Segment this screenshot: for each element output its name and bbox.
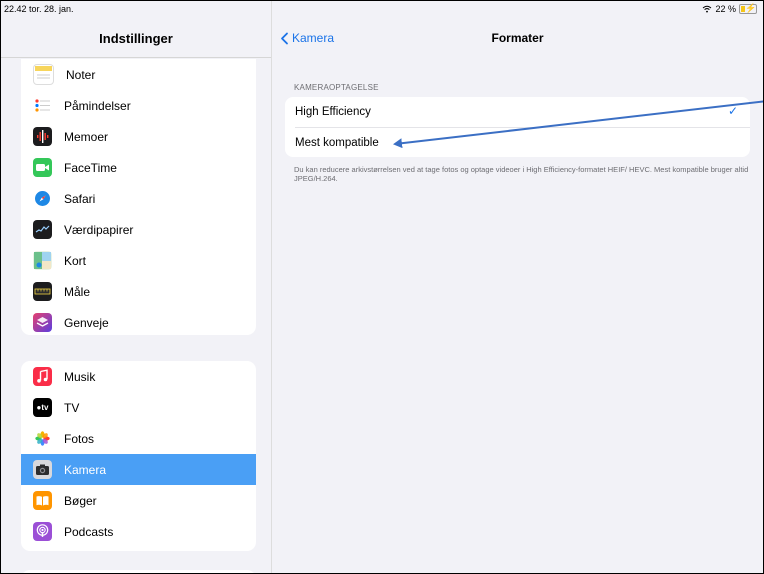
- sidebar-item-label: Værdipapirer: [64, 222, 134, 237]
- sidebar-item-label: Musik: [64, 369, 96, 384]
- back-button[interactable]: Kamera: [280, 31, 334, 45]
- format-options-list: High Efficiency ✓ Mest kompatible: [285, 97, 750, 157]
- battery-icon: ⚡: [739, 3, 757, 14]
- wifi-icon: [703, 5, 712, 13]
- sidebar-item-label: Måle: [64, 284, 91, 299]
- option-most-compatible[interactable]: Mest kompatible: [295, 127, 750, 157]
- status-right: 22 % ⚡: [702, 3, 757, 14]
- status-bar: 22.42 tor. 28. jan. 22 % ⚡: [1, 1, 763, 18]
- sidebar-item-label: Memoer: [64, 129, 109, 144]
- sidebar-group-partial: [21, 570, 256, 573]
- section-footer-text: Du kan reducere arkivstørrelsen ved at t…: [294, 165, 749, 183]
- sidebar-item-memoer[interactable]: Memoer: [21, 121, 256, 152]
- divider: [1, 57, 271, 58]
- music-icon: [33, 367, 52, 386]
- option-label: Mest kompatible: [295, 137, 379, 149]
- option-high-efficiency[interactable]: High Efficiency ✓: [285, 97, 750, 127]
- settings-sidebar: Indstillinger Noter Påmindelser Memoer F…: [1, 1, 272, 573]
- sidebar-item-tv[interactable]: ●tv TV: [21, 392, 256, 423]
- books-icon: [33, 491, 52, 510]
- shortcuts-icon: [33, 313, 52, 332]
- sidebar-item-kamera[interactable]: Kamera: [21, 454, 256, 485]
- podcasts-icon: [33, 522, 52, 541]
- sidebar-item-label: Bøger: [64, 493, 97, 508]
- sidebar-group-apps-2: Musik ●tv TV Fotos Kamera Bøger Podcasts: [21, 361, 256, 551]
- back-button-label: Kamera: [292, 31, 335, 45]
- sidebar-item-label: TV: [64, 400, 80, 415]
- photos-icon: [33, 429, 52, 448]
- sidebar-item-boeger[interactable]: Bøger: [21, 485, 256, 516]
- sidebar-item-label: Kamera: [64, 462, 107, 477]
- sidebar-item-facetime[interactable]: FaceTime: [21, 152, 256, 183]
- section-header: KAMERAOPTAGELSE: [294, 83, 379, 92]
- tv-icon: ●tv: [33, 398, 52, 417]
- sidebar-item-label: Påmindelser: [64, 98, 131, 113]
- notes-icon: [33, 64, 54, 85]
- maps-icon: [33, 251, 52, 270]
- option-label: High Efficiency: [295, 106, 371, 118]
- status-time: 22.42 tor. 28. jan.: [4, 4, 74, 14]
- measure-icon: [33, 282, 52, 301]
- sidebar-item-safari[interactable]: Safari: [21, 183, 256, 214]
- safari-icon: [33, 189, 52, 208]
- sidebar-item-label: Noter: [66, 67, 96, 82]
- formats-detail-pane: Kamera Formater KAMERAOPTAGELSE High Eff…: [272, 1, 763, 573]
- ipad-settings-window: Indstillinger Noter Påmindelser Memoer F…: [0, 0, 764, 574]
- sidebar-item-label: Fotos: [64, 431, 95, 446]
- camera-icon: [33, 460, 52, 479]
- checkmark-icon: ✓: [727, 104, 738, 118]
- page-title: Formater: [491, 31, 544, 45]
- voice-memos-icon: [33, 127, 52, 146]
- sidebar-item-noter[interactable]: Noter: [21, 59, 256, 90]
- sidebar-group-apps-1: Noter Påmindelser Memoer FaceTime Safari…: [21, 59, 256, 335]
- sidebar-item-maale[interactable]: Måle: [21, 276, 256, 307]
- facetime-icon: [33, 158, 52, 177]
- sidebar-item-vaerdipapirer[interactable]: Værdipapirer: [21, 214, 256, 245]
- reminders-icon: [33, 96, 52, 115]
- battery-percent: 22 %: [715, 4, 736, 14]
- sidebar-item-label: FaceTime: [64, 160, 117, 175]
- sidebar-title: Indstillinger: [99, 31, 173, 46]
- chevron-left-icon: [281, 32, 288, 44]
- sidebar-item-label: Kort: [64, 253, 87, 268]
- sidebar-item-fotos[interactable]: Fotos: [21, 423, 256, 454]
- sidebar-item-podcasts[interactable]: Podcasts: [21, 516, 256, 547]
- sidebar-item-paamindelser[interactable]: Påmindelser: [21, 90, 256, 121]
- sidebar-item-kort[interactable]: Kort: [21, 245, 256, 276]
- stocks-icon: [33, 220, 52, 239]
- sidebar-item-genveje[interactable]: Genveje: [21, 307, 256, 335]
- sidebar-item-label: Podcasts: [64, 524, 114, 539]
- sidebar-item-label: Genveje: [64, 315, 109, 330]
- sidebar-item-label: Safari: [64, 191, 96, 206]
- sidebar-item-musik[interactable]: Musik: [21, 361, 256, 392]
